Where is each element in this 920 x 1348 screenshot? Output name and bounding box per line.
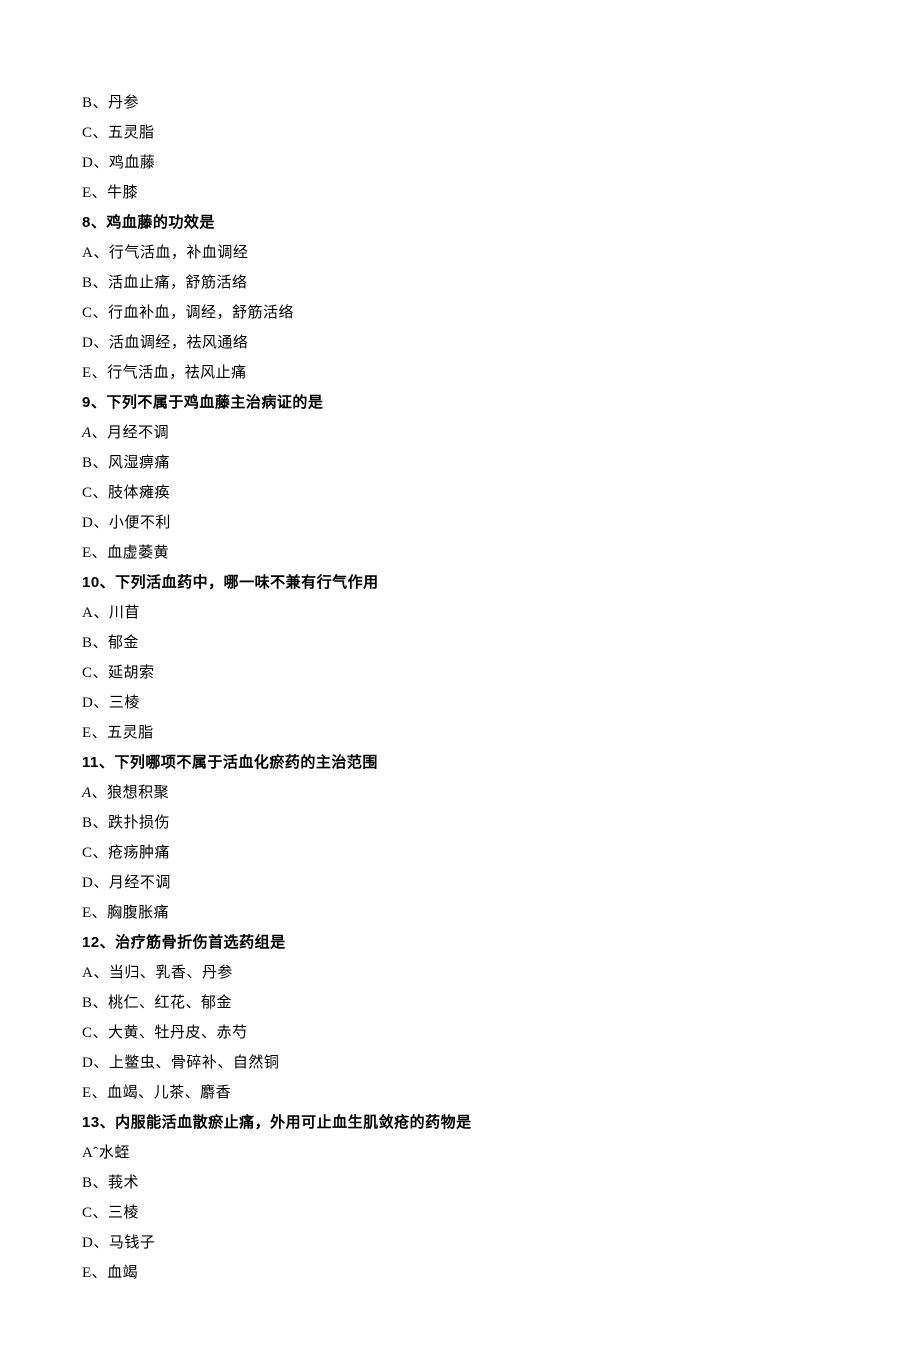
option-9-E: E、血虚萎黄 — [82, 538, 838, 568]
option-11-D: D、月经不调 — [82, 868, 838, 898]
option-13-B: B、莪术 — [82, 1168, 838, 1198]
option-7-E: E、牛膝 — [82, 178, 838, 208]
option-12-E: E、血竭、儿茶、麝香 — [82, 1078, 838, 1108]
option-8-E: E、行气活血，祛风止痛 — [82, 358, 838, 388]
option-12-B: B、桃仁、红花、郁金 — [82, 988, 838, 1018]
question-11: 11、下列哪项不属于活血化瘀药的主治范围 — [82, 748, 838, 778]
question-8: 8、鸡血藤的功效是 — [82, 208, 838, 238]
option-13-E: E、血竭 — [82, 1258, 838, 1288]
option-10-D: D、三棱 — [82, 688, 838, 718]
option-9-B: B、风湿痹痛 — [82, 448, 838, 478]
option-11-B: B、跌扑损伤 — [82, 808, 838, 838]
option-8-B: B、活血止痛，舒筋活络 — [82, 268, 838, 298]
option-9-A: A、月经不调 — [82, 418, 838, 448]
option-13-D: D、马钱子 — [82, 1228, 838, 1258]
option-10-E: E、五灵脂 — [82, 718, 838, 748]
option-8-D: D、活血调经，祛风通络 — [82, 328, 838, 358]
question-10: 10、下列活血药中，哪一味不兼有行气作用 — [82, 568, 838, 598]
option-13-C: C、三棱 — [82, 1198, 838, 1228]
question-13: 13、内服能活血散瘀止痛，外用可止血生肌敛疮的药物是 — [82, 1108, 838, 1138]
option-10-C: C、延胡索 — [82, 658, 838, 688]
option-letter: A — [82, 425, 92, 441]
option-text: 、月经不调 — [92, 425, 170, 441]
option-7-B: B、丹参 — [82, 88, 838, 118]
option-7-D: D、鸡血藤 — [82, 148, 838, 178]
option-13-A: Aˆ水蛭 — [82, 1138, 838, 1168]
option-10-A: A、川苜 — [82, 598, 838, 628]
option-12-D: D、上鳖虫、骨碎补、自然铜 — [82, 1048, 838, 1078]
question-12: 12、治疗筋骨折伤首选药组是 — [82, 928, 838, 958]
option-letter: A — [82, 785, 92, 801]
option-9-D: D、小便不利 — [82, 508, 838, 538]
option-7-C: C、五灵脂 — [82, 118, 838, 148]
question-9: 9、下列不属于鸡血藤主治病证的是 — [82, 388, 838, 418]
option-text: 、狼想积聚 — [92, 785, 170, 801]
option-12-C: C、大黄、牡丹皮、赤芍 — [82, 1018, 838, 1048]
option-8-C: C、行血补血，调经，舒筋活络 — [82, 298, 838, 328]
option-11-E: E、胸腹胀痛 — [82, 898, 838, 928]
option-11-A: A、狼想积聚 — [82, 778, 838, 808]
option-8-A: A、行气活血，补血调经 — [82, 238, 838, 268]
option-12-A: A、当归、乳香、丹参 — [82, 958, 838, 988]
option-11-C: C、疮疡肿痛 — [82, 838, 838, 868]
option-9-C: C、肢体瘫痪 — [82, 478, 838, 508]
option-10-B: B、郁金 — [82, 628, 838, 658]
